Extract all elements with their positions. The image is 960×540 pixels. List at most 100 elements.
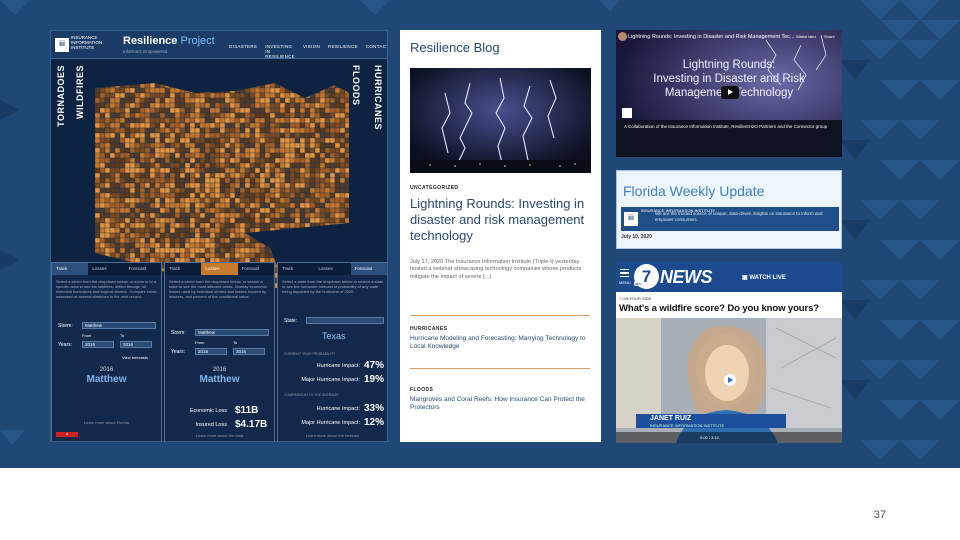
rp-tagline: Informed. Empowered. bbox=[123, 49, 169, 54]
learn-more-link[interactable]: Learn more about the forecast bbox=[278, 433, 387, 438]
losses-panel: Track Losses Forecast Select a storm fro… bbox=[164, 262, 275, 441]
resilience-blog-screenshot: Resilience Blog UNCATEGORIZED Lightning … bbox=[400, 30, 601, 442]
hurricane-impact-label: Hurricane Impact: bbox=[316, 363, 360, 369]
video-title[interactable]: Lightning Rounds: Investing in Disaster … bbox=[628, 34, 795, 40]
forecast-panel: Track Losses Forecast Select a state fro… bbox=[277, 262, 387, 441]
menu-icon[interactable] bbox=[620, 269, 629, 277]
lower-third-name: JANET RUIZ bbox=[650, 415, 692, 422]
insured-loss-label: Insured Loss bbox=[195, 422, 228, 428]
tab-track[interactable]: Track bbox=[278, 263, 314, 275]
tab-forecast[interactable]: Forecast bbox=[125, 263, 161, 275]
rp-nav-item[interactable]: DISASTERS bbox=[229, 44, 257, 59]
tab-losses[interactable]: Losses bbox=[201, 263, 238, 275]
tab-losses[interactable]: Losses bbox=[314, 263, 350, 275]
newsletter-title: Florida Weekly Update bbox=[623, 183, 765, 199]
storm-year: 2016 bbox=[99, 367, 114, 373]
rp-nav-item[interactable]: VISION bbox=[303, 44, 320, 59]
blog-post-link[interactable]: Hurricane Modeling and Forecasting: Marr… bbox=[410, 335, 590, 351]
tab-forecast[interactable]: Forecast bbox=[350, 263, 387, 275]
major-impact-label: Major Hurricane Impact: bbox=[301, 420, 360, 426]
rp-title-main: Resilience bbox=[123, 35, 178, 47]
rp-nav-item[interactable]: RESILIENCE bbox=[328, 44, 358, 59]
economic-loss-label: Economic Loss bbox=[189, 408, 227, 414]
track-description: Select a storm from the dropdown below, … bbox=[56, 279, 157, 299]
play-icon[interactable] bbox=[721, 86, 739, 99]
blog-title: Resilience Blog bbox=[410, 40, 500, 55]
tab-losses[interactable]: Losses bbox=[88, 263, 124, 275]
hurricanes-label[interactable]: HURRICANES bbox=[373, 65, 383, 130]
losses-tabs: Track Losses Forecast bbox=[165, 263, 274, 275]
article-headline: What's a wildfire score? Do you know you… bbox=[619, 303, 819, 314]
news-header: MENU 7 abc NEWS ▣ WATCH LIVE bbox=[616, 262, 842, 292]
storm-select[interactable]: Matthew bbox=[195, 329, 269, 336]
tab-forecast[interactable]: Forecast bbox=[238, 263, 274, 275]
watch-live-link[interactable]: ▣ WATCH LIVE bbox=[742, 274, 786, 281]
watch-live-label: WATCH LIVE bbox=[749, 275, 786, 281]
economic-loss-value: $11B bbox=[235, 405, 259, 416]
insured-loss-value: $4.17B bbox=[235, 419, 268, 430]
learn-more-link[interactable]: Learn more about the data bbox=[165, 433, 274, 438]
to-label: To bbox=[120, 333, 125, 338]
storm-name: Matthew bbox=[199, 374, 240, 385]
losses-description: Select a storm from the dropdown below, … bbox=[169, 279, 267, 299]
forecast-tabs: Track Losses Forecast bbox=[278, 263, 387, 275]
rp-nav-item[interactable]: CONTACT bbox=[366, 44, 387, 59]
video-controls[interactable] bbox=[616, 432, 842, 443]
hurricane-impact-value: 47% bbox=[364, 360, 385, 371]
newsletter-banner: iii INSURANCE INFORMATION INSTITUTE We a… bbox=[621, 207, 839, 231]
slide: iii INSURANCE INFORMATION INSTITUTE Resi… bbox=[0, 0, 960, 540]
lower-third-org: INSURANCE INFORMATION INSTITUTE bbox=[650, 423, 725, 428]
track-tabs: Track Losses Forecast bbox=[52, 263, 161, 275]
video-time: 0:00 / 3:10 bbox=[700, 435, 719, 440]
rp-title-sub: Project bbox=[180, 35, 215, 47]
us-county-map[interactable] bbox=[95, 63, 349, 288]
headline-line: Investing in Disaster and Risk bbox=[653, 73, 805, 85]
lightning-image[interactable] bbox=[410, 68, 591, 173]
tornadoes-label[interactable]: TORNADOES bbox=[56, 65, 66, 127]
featured-post-title[interactable]: Lightning Rounds: Investing in disaster … bbox=[410, 196, 595, 244]
red-chip[interactable]: ● bbox=[56, 432, 78, 437]
section-label: 7 ON YOUR SIDE bbox=[619, 296, 652, 301]
view-forecasts-link[interactable]: View forecasts bbox=[122, 355, 148, 360]
rp-nav-item[interactable]: INVESTING IN RESILIENCE bbox=[265, 44, 295, 59]
section-current: CURRENT YEAR PROBABILITY bbox=[284, 352, 336, 356]
watch-later-button[interactable]: Watch later bbox=[796, 34, 816, 39]
channel-avatar bbox=[618, 32, 627, 41]
post-category: FLOODS bbox=[410, 387, 434, 393]
years-label: Years: bbox=[58, 342, 72, 348]
menu-label[interactable]: MENU bbox=[619, 280, 631, 285]
to-label: To bbox=[233, 340, 238, 345]
year-from-select[interactable]: 2016 bbox=[82, 341, 114, 348]
rp-org-name: INSURANCE INFORMATION INSTITUTE bbox=[71, 35, 103, 50]
year-to-select[interactable]: 2016 bbox=[120, 341, 152, 348]
state-select[interactable] bbox=[306, 317, 384, 324]
storm-year: 2016 bbox=[212, 367, 227, 373]
storm-label: Storm: bbox=[58, 323, 73, 329]
video-caption: A Collaboration of the Insurance Informa… bbox=[624, 124, 828, 129]
iii-logo: iii bbox=[55, 38, 69, 52]
florida-weekly-update[interactable]: Florida Weekly Update iii INSURANCE INFO… bbox=[616, 170, 842, 249]
news-wordmark[interactable]: NEWS bbox=[660, 267, 713, 288]
learn-more-link[interactable]: Learn more about Florida bbox=[52, 420, 161, 425]
tab-track[interactable]: Track bbox=[52, 263, 89, 275]
resilience-project-screenshot: iii INSURANCE INFORMATION INSTITUTE Resi… bbox=[50, 30, 388, 442]
webinar-video[interactable]: Lightning Rounds: Investing in Disaster … bbox=[616, 30, 842, 157]
storm-select[interactable]: Matthew bbox=[82, 322, 156, 329]
divider bbox=[410, 368, 590, 369]
floods-label[interactable]: FLOODS bbox=[351, 65, 361, 106]
play-icon[interactable] bbox=[724, 374, 736, 386]
year-to-select[interactable]: 2016 bbox=[233, 348, 265, 355]
share-button[interactable]: Share bbox=[824, 34, 835, 39]
blog-post-link[interactable]: Mangroves and Coral Reefs: How Insurance… bbox=[410, 396, 590, 412]
tab-track[interactable]: Track bbox=[165, 263, 201, 275]
forecast-description: Select a state from the dropdown below o… bbox=[282, 279, 384, 294]
news-video[interactable]: JANET RUIZ INSURANCE INFORMATION INSTITU… bbox=[616, 318, 842, 443]
major-impact-value: 19% bbox=[364, 374, 385, 385]
year-from-select[interactable]: 2016 bbox=[195, 348, 227, 355]
major-impact-label: Major Hurricane Impact: bbox=[301, 377, 360, 383]
divider bbox=[410, 315, 590, 316]
newsletter-tagline: We are the trusted source of unique, dat… bbox=[655, 211, 823, 222]
headline-line: Lightning Rounds: bbox=[682, 59, 776, 71]
rp-header: iii INSURANCE INFORMATION INSTITUTE Resi… bbox=[51, 31, 387, 59]
wildfires-label[interactable]: WILDFIRES bbox=[75, 65, 85, 119]
